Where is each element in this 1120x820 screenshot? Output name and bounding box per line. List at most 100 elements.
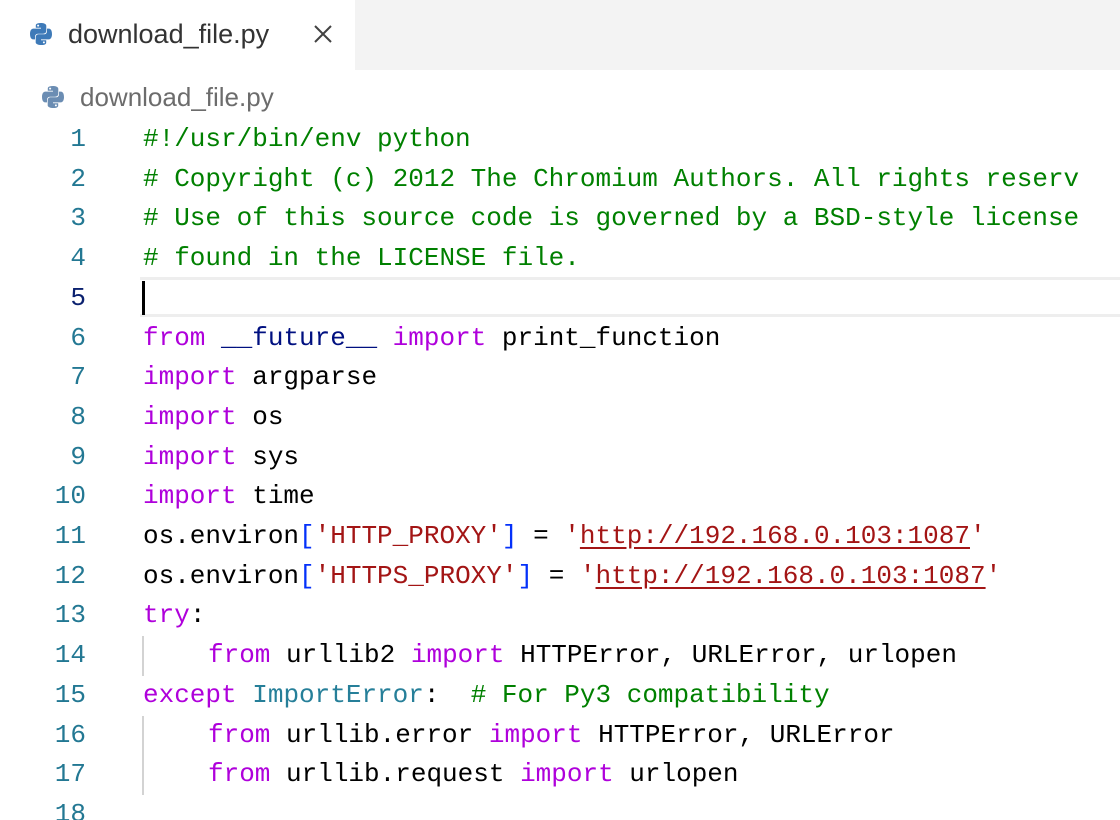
line-content: from __future__ import print_function xyxy=(143,319,720,359)
code-token: import xyxy=(392,322,487,353)
python-icon xyxy=(30,23,52,45)
code-token: HTTPError, URLError, urlopen xyxy=(504,640,957,671)
line-number: 11 xyxy=(54,521,86,551)
line-content: from urllib.error import HTTPError, URLE… xyxy=(143,716,895,756)
indent-guide xyxy=(142,715,144,795)
code-token: import xyxy=(143,481,237,512)
line-number: 15 xyxy=(54,679,86,710)
code-token: ' xyxy=(579,560,596,591)
line-number: 16 xyxy=(54,719,86,750)
code-token: [ xyxy=(299,521,315,551)
code-token: [ xyxy=(299,560,315,591)
code-token: = xyxy=(517,521,565,551)
code-token: try xyxy=(143,600,190,631)
code-token: os.environ xyxy=(143,521,300,551)
code-token: __future__ xyxy=(221,322,378,353)
line-number: 2 xyxy=(70,163,86,194)
code-token: ] xyxy=(517,560,534,591)
code-token: 'HTTP_PROXY' xyxy=(314,521,502,551)
line-content: # found in the LICENSE file. xyxy=(143,239,580,279)
line-content: except ImportError: # For Py3 compatibil… xyxy=(143,676,830,716)
code-line[interactable]: 13 try: xyxy=(0,596,1120,636)
line-number: 3 xyxy=(70,203,86,234)
code-area[interactable]: 1 #!/usr/bin/env python 2 # Copyright (c) 2… xyxy=(0,120,1120,820)
code-line[interactable]: 9 import sys xyxy=(0,438,1120,478)
code-token: os.environ xyxy=(143,560,300,591)
line-content: #!/usr/bin/env python xyxy=(143,120,471,160)
breadcrumb-file[interactable]: download_file.py xyxy=(80,79,274,115)
line-number: 13 xyxy=(54,600,86,631)
code-line[interactable]: 6 from __future__ import print_function xyxy=(0,319,1120,359)
line-number: 6 xyxy=(70,322,86,353)
code-token: urllib2 xyxy=(270,640,411,671)
line-content: import time xyxy=(143,477,315,517)
line-content: # Copyright (c) 2012 The Chromium Author… xyxy=(143,160,1079,200)
code-token: 'HTTPS_PROXY' xyxy=(314,560,518,591)
line-number: 12 xyxy=(54,560,86,591)
code-token: print_function xyxy=(486,322,721,353)
line-number: 1 xyxy=(70,124,86,154)
python-icon xyxy=(42,86,64,108)
code-line[interactable]: 2 # Copyright (c) 2012 The Chromium Autho… xyxy=(0,160,1120,200)
code-line[interactable]: 1 #!/usr/bin/env python xyxy=(0,120,1120,160)
tab-download-file[interactable]: download_file.py xyxy=(0,0,355,70)
code-line[interactable]: 15 except ImportError: # For Py3 compatib… xyxy=(0,676,1120,716)
code-token: # Use of this source code is governed by… xyxy=(143,203,1080,234)
code-line[interactable]: 12 os.environ['HTTPS_PROXY'] = 'http://19… xyxy=(0,557,1120,597)
code-line[interactable]: 14 from urllib2 import HTTPError, URLErro… xyxy=(0,636,1120,676)
code-token: # Copyright (c) 2012 The Chromium Author… xyxy=(143,163,1080,194)
code-line[interactable]: 5 xyxy=(0,279,1120,319)
code-token: : xyxy=(423,679,471,710)
close-icon[interactable] xyxy=(310,21,336,47)
code-token: # For Py3 compatibility xyxy=(470,679,830,710)
code-token: time xyxy=(236,481,315,512)
line-content: try: xyxy=(143,596,205,636)
code-line[interactable]: 3 # Use of this source code is governed b… xyxy=(0,199,1120,239)
code-token: from xyxy=(208,719,271,750)
code-line[interactable]: 4 # found in the LICENSE file. xyxy=(0,239,1120,279)
code-token: import xyxy=(143,401,237,432)
code-token: from xyxy=(208,759,271,790)
code-token: from xyxy=(143,322,206,353)
tab-label: download_file.py xyxy=(68,19,270,49)
code-token: urllib.request xyxy=(270,759,521,790)
code-token: import xyxy=(488,719,583,750)
line-content: # Use of this source code is governed by… xyxy=(143,199,1079,239)
code-editor: download_file.py download_file.py 1 #!/us… xyxy=(0,0,1120,820)
code-token: urlopen xyxy=(613,759,739,790)
code-token: HTTPError, URLError xyxy=(582,719,895,750)
line-content: import argparse xyxy=(143,358,377,398)
code-line[interactable]: 11 os.environ['HTTP_PROXY'] = 'http://192… xyxy=(0,517,1120,557)
code-line[interactable]: 10 import time xyxy=(0,477,1120,517)
code-token: urllib.error xyxy=(270,719,489,750)
line-number: 4 xyxy=(70,243,86,274)
line-number: 8 xyxy=(70,401,86,432)
code-line[interactable]: 8 import os xyxy=(0,398,1120,438)
code-token: import xyxy=(410,640,505,671)
line-content: os.environ['HTTPS_PROXY'] = 'http://192.… xyxy=(143,557,1001,597)
line-content: from urllib2 import HTTPError, URLError,… xyxy=(143,636,957,676)
code-line[interactable]: 17 from urllib.request import urlopen xyxy=(0,755,1120,795)
code-token: import xyxy=(143,441,237,472)
breadcrumb: download_file.py xyxy=(0,72,1120,122)
code-token: ImportError xyxy=(252,679,424,710)
line-number: 18 xyxy=(54,798,86,820)
code-token: sys xyxy=(236,441,300,472)
code-line[interactable]: 7 import argparse xyxy=(0,358,1120,398)
code-line[interactable]: 18 xyxy=(0,795,1120,820)
indent-guide xyxy=(142,636,144,676)
line-content: from urllib.request import urlopen xyxy=(143,755,739,795)
code-token: from xyxy=(208,640,271,671)
line-number: 10 xyxy=(54,481,86,512)
code-token: import xyxy=(520,759,614,790)
code-token: #!/usr/bin/env python xyxy=(143,124,471,154)
code-line[interactable]: 16 from urllib.error import HTTPError, UR… xyxy=(0,716,1120,756)
code-token: argparse xyxy=(236,362,378,393)
code-token: ' xyxy=(564,521,580,551)
code-token: http://192.168.0.103:1087 xyxy=(595,560,986,591)
code-token: ' xyxy=(985,560,1002,591)
line-number: 9 xyxy=(70,441,86,472)
